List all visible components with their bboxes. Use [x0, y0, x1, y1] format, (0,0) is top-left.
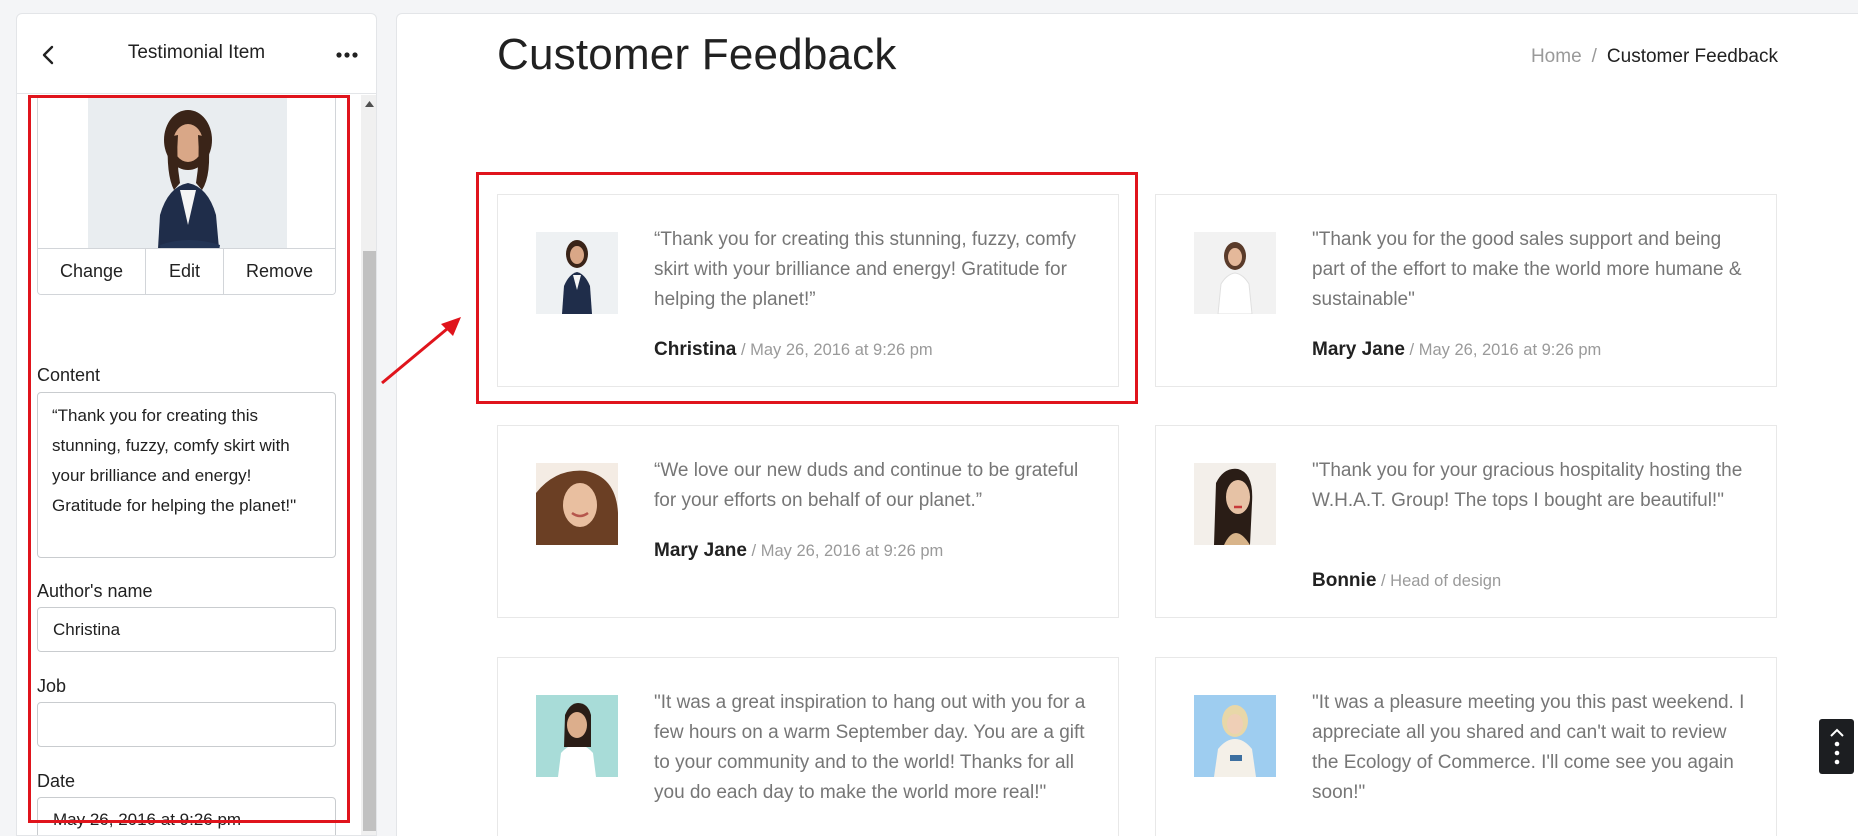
editor-header: Testimonial Item: [17, 14, 376, 94]
job-label: Job: [37, 676, 67, 696]
triangle-up-icon: [365, 101, 374, 107]
testimonial-card: "Thank you for your gracious hospitality…: [1155, 425, 1777, 618]
testimonial-quote: "It was a great inspiration to hang out …: [654, 692, 1086, 803]
scroll-up-button[interactable]: [361, 95, 376, 113]
testimonial-card: “We love our new duds and continue to be…: [497, 425, 1119, 618]
floating-menu-button[interactable]: [1819, 719, 1854, 774]
editor-title: Testimonial Item: [127, 42, 266, 63]
testimonial-meta: / May 26, 2016 at 9:26 pm: [751, 542, 944, 560]
testimonial-author: Bonnie: [1312, 570, 1377, 591]
testimonial-author: Mary Jane: [654, 540, 747, 561]
remove-image-button[interactable]: Remove: [224, 249, 335, 294]
edit-image-button[interactable]: Edit: [146, 249, 224, 294]
testimonial-avatar: [536, 232, 618, 314]
image-actions: Change Edit Remove: [38, 248, 335, 294]
page-title: Customer Feedback: [497, 30, 897, 79]
testimonial-author-line: Bonnie / Head of design: [1312, 570, 1501, 592]
annotation-arrow-icon: [381, 317, 461, 385]
testimonial-author-line: Mary Jane / May 26, 2016 at 9:26 pm: [1312, 339, 1601, 361]
smiling-woman-photo: [536, 463, 618, 545]
testimonial-card: “Thank you for creating this stunning, f…: [497, 194, 1119, 387]
breadcrumb-current: Customer Feedback: [1606, 46, 1778, 67]
more-vertical-icon: [1834, 741, 1839, 764]
testimonial-avatar: [1194, 463, 1276, 545]
author-name-input[interactable]: [37, 607, 336, 652]
testimonial-meta: / May 26, 2016 at 9:26 pm: [1409, 341, 1602, 359]
testimonial-card: "It was a pleasure meeting you this past…: [1155, 657, 1777, 836]
change-image-button[interactable]: Change: [38, 249, 146, 294]
testimonial-meta: / Head of design: [1380, 572, 1502, 590]
content-textarea[interactable]: “Thank you for creating this stunning, f…: [37, 392, 336, 558]
breadcrumb-home-link[interactable]: Home: [1531, 46, 1582, 68]
testimonial-author-line: Christina / May 26, 2016 at 9:26 pm: [654, 339, 933, 361]
testimonial-quote: “We love our new duds and continue to be…: [654, 460, 1079, 511]
editor-scrollbar[interactable]: [361, 95, 376, 835]
chevron-up-icon: [1829, 728, 1844, 737]
businesswoman-photo: [536, 232, 618, 314]
editor-panel: Testimonial Item Change Edit Remove Cont…: [16, 13, 377, 836]
testimonial-author: Christina: [654, 339, 737, 360]
date-label: Date: [37, 771, 76, 791]
date-input[interactable]: [37, 797, 336, 835]
testimonial-quote: “Thank you for creating this stunning, f…: [654, 229, 1077, 310]
page-preview: Customer Feedback Home / Customer Feedba…: [396, 13, 1858, 836]
woman-portrait-photo: [1194, 463, 1276, 545]
image-picker: Change Edit Remove: [37, 95, 336, 295]
testimonial-quote: "Thank you for your gracious hospitality…: [1312, 460, 1743, 511]
testimonial-card: "Thank you for the good sales support an…: [1155, 194, 1777, 387]
testimonial-quote: "Thank you for the good sales support an…: [1312, 229, 1742, 310]
woman-white-shirt-photo: [1194, 232, 1276, 314]
breadcrumb-separator: /: [1591, 46, 1597, 67]
breadcrumb: Home / Customer Feedback: [1531, 46, 1778, 68]
more-horizontal-icon: [336, 52, 358, 58]
woman-scarf-photo: [1194, 695, 1276, 777]
testimonial-card: "It was a great inspiration to hang out …: [497, 657, 1119, 836]
testimonial-avatar: [1194, 232, 1276, 314]
testimonial-author-line: Mary Jane / May 26, 2016 at 9:26 pm: [654, 540, 943, 562]
testimonial-avatar: [1194, 695, 1276, 777]
testimonial-author: Mary Jane: [1312, 339, 1405, 360]
more-options-button[interactable]: [332, 42, 362, 68]
job-input[interactable]: [37, 702, 336, 747]
testimonial-meta: / May 26, 2016 at 9:26 pm: [740, 341, 933, 359]
content-label: Content: [37, 365, 101, 385]
woman-mint-background-photo: [536, 695, 618, 777]
author-name-label: Author's name: [37, 581, 153, 601]
testimonial-quote: "It was a pleasure meeting you this past…: [1312, 692, 1745, 803]
testimonial-avatar: [536, 463, 618, 545]
editor-body: Change Edit Remove Content “Thank you fo…: [17, 95, 361, 835]
testimonial-avatar: [536, 695, 618, 777]
